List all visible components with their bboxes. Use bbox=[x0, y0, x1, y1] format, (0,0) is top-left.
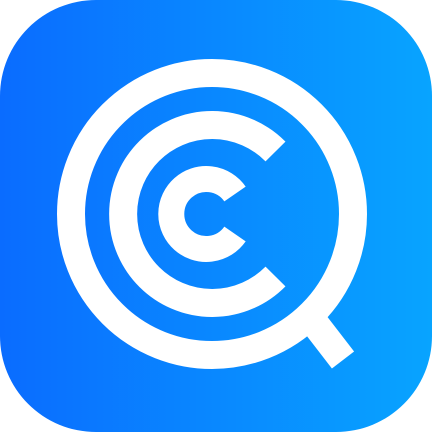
concentric-c-search-icon bbox=[0, 0, 432, 432]
app-icon bbox=[0, 0, 432, 432]
